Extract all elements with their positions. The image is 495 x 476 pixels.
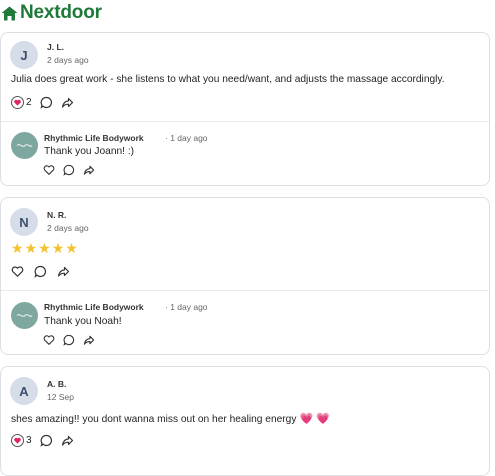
heart-icon bbox=[43, 335, 55, 345]
reply-text: Thank you Noah! bbox=[44, 316, 122, 327]
share-icon bbox=[83, 165, 95, 175]
review-author[interactable]: A. B. bbox=[47, 379, 66, 389]
review-time: 2 days ago bbox=[47, 55, 89, 65]
comment-button[interactable] bbox=[39, 434, 53, 447]
comment-button[interactable] bbox=[34, 265, 47, 278]
reaction-count: 2 bbox=[26, 97, 32, 108]
review-author[interactable]: N. R. bbox=[47, 210, 66, 220]
comment-icon bbox=[39, 96, 52, 109]
star-rating: ★ ★ ★ ★ ★ bbox=[11, 241, 79, 255]
review-text-content: shes amazing!! you dont wanna miss out o… bbox=[11, 414, 297, 425]
review-card: J J. L. 2 days ago Julia does great work… bbox=[0, 32, 490, 186]
share-button[interactable] bbox=[61, 96, 74, 109]
star-icon: ★ bbox=[65, 240, 78, 256]
reply-share-button[interactable] bbox=[83, 164, 95, 176]
star-icon: ★ bbox=[38, 240, 51, 256]
reply-comment-button[interactable] bbox=[63, 164, 75, 176]
comment-button[interactable] bbox=[39, 96, 53, 109]
star-icon: ★ bbox=[24, 240, 38, 256]
avatar[interactable]: J bbox=[10, 41, 38, 69]
review-actions bbox=[11, 265, 78, 278]
heart-icon bbox=[11, 266, 24, 277]
star-icon: ★ bbox=[11, 240, 24, 256]
review-time: 2 days ago bbox=[47, 223, 89, 233]
reply-time: · 1 day ago bbox=[165, 302, 208, 312]
comment-icon bbox=[63, 334, 75, 346]
reply-like-button[interactable] bbox=[43, 334, 55, 346]
divider bbox=[1, 290, 489, 291]
nextdoor-logo[interactable]: Nextdoor bbox=[1, 2, 102, 24]
house-icon bbox=[1, 6, 18, 20]
avatar[interactable]: N bbox=[10, 208, 38, 236]
business-avatar[interactable] bbox=[11, 302, 38, 329]
reaction-count: 3 bbox=[26, 435, 32, 446]
reply-comment-button[interactable] bbox=[63, 334, 75, 346]
share-icon bbox=[61, 97, 73, 108]
review-card: N N. R. 2 days ago ★ ★ ★ ★ ★ Rhythmic Li… bbox=[0, 197, 490, 355]
reply-share-button[interactable] bbox=[83, 334, 95, 346]
reply-author[interactable]: Rhythmic Life Bodywork bbox=[44, 133, 144, 143]
logo-icon bbox=[16, 314, 33, 317]
divider bbox=[1, 121, 489, 122]
share-icon bbox=[61, 435, 73, 446]
reaction-button[interactable]: 3 bbox=[11, 434, 32, 447]
review-author[interactable]: J. L. bbox=[47, 42, 64, 52]
review-text: Julia does great work - she listens to w… bbox=[11, 74, 445, 85]
review-time: 12 Sep bbox=[47, 392, 74, 402]
comment-icon bbox=[39, 434, 52, 447]
like-button[interactable] bbox=[11, 265, 24, 278]
reply-author[interactable]: Rhythmic Life Bodywork bbox=[44, 302, 144, 312]
reply-actions bbox=[43, 334, 103, 346]
reply-actions bbox=[43, 164, 103, 176]
heart-reaction-icon bbox=[11, 434, 24, 447]
avatar[interactable]: A bbox=[10, 377, 38, 405]
comment-icon bbox=[34, 265, 46, 278]
share-button[interactable] bbox=[57, 265, 70, 278]
star-icon: ★ bbox=[51, 240, 65, 256]
review-card: A A. B. 12 Sep shes amazing!! you dont w… bbox=[0, 366, 490, 476]
reply-like-button[interactable] bbox=[43, 164, 55, 176]
logo-icon bbox=[16, 144, 33, 147]
reaction-button[interactable]: 2 bbox=[11, 96, 32, 109]
app-name: Nextdoor bbox=[20, 2, 102, 23]
reply-time: · 1 day ago bbox=[165, 133, 208, 143]
heart-emoji: 💗 💗 bbox=[299, 413, 330, 425]
review-actions: 2 bbox=[11, 96, 82, 109]
share-icon bbox=[57, 266, 70, 277]
review-text: shes amazing!! you dont wanna miss out o… bbox=[11, 412, 330, 425]
heart-icon bbox=[43, 165, 55, 175]
comment-icon bbox=[63, 164, 75, 176]
share-icon bbox=[83, 335, 95, 345]
heart-reaction-icon bbox=[11, 96, 24, 109]
share-button[interactable] bbox=[61, 434, 74, 447]
reply-text: Thank you Joann! :) bbox=[44, 146, 135, 157]
top-bar: Nextdoor bbox=[0, 0, 495, 28]
business-avatar[interactable] bbox=[11, 132, 38, 159]
review-actions: 3 bbox=[11, 434, 82, 447]
